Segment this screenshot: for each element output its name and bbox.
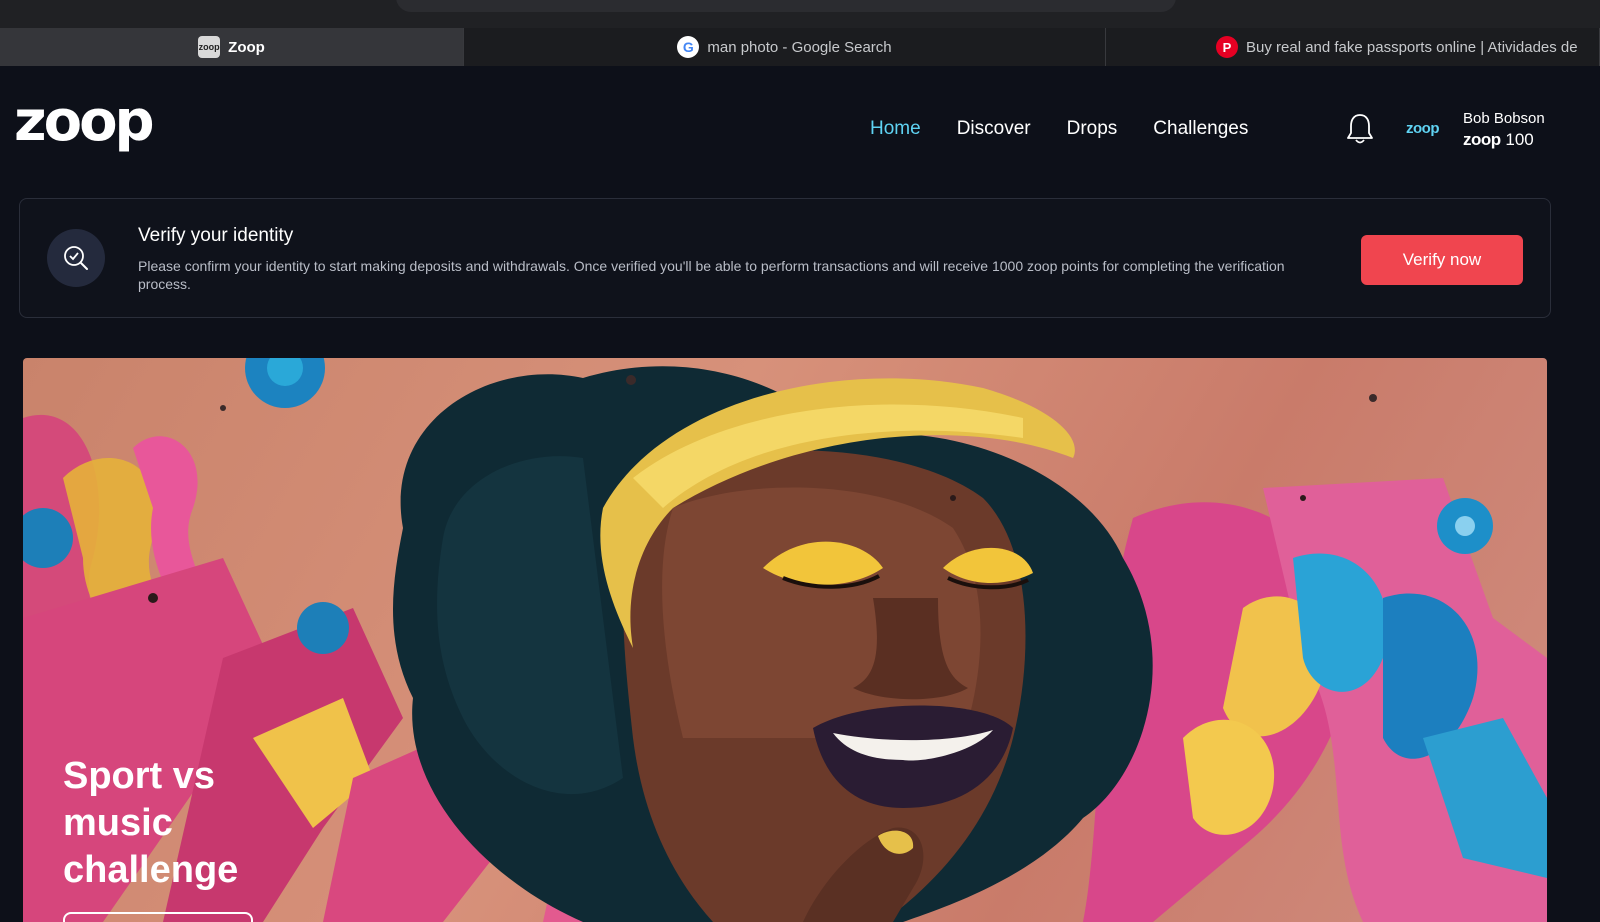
hero-challenge-banner[interactable]: Sport vs music challenge bbox=[23, 358, 1547, 922]
nav-drops[interactable]: Drops bbox=[1067, 118, 1118, 140]
browser-tab-google[interactable]: G man photo - Google Search bbox=[464, 28, 1106, 66]
browser-tab-bar: zoop Zoop G man photo - Google Search P … bbox=[0, 28, 1600, 66]
points-value: 100 bbox=[1505, 130, 1534, 149]
user-name[interactable]: Bob Bobson bbox=[1463, 110, 1545, 127]
verify-description: Please confirm your identity to start ma… bbox=[138, 258, 1285, 292]
tab-label: Zoop bbox=[228, 38, 265, 56]
nav-home[interactable]: Home bbox=[870, 118, 921, 140]
address-bar[interactable] bbox=[396, 0, 1176, 12]
points-brand: zoop bbox=[1463, 130, 1501, 149]
hero-title: Sport vs music challenge bbox=[63, 755, 239, 891]
zoop-favicon-icon: zoop bbox=[198, 36, 221, 58]
browser-tab-zoop[interactable]: zoop Zoop bbox=[0, 28, 464, 66]
browser-toolbar bbox=[0, 0, 1600, 28]
user-brand-badge[interactable]: zoop bbox=[1406, 120, 1440, 137]
nav-discover[interactable]: Discover bbox=[957, 118, 1031, 140]
browser-tab-pinterest[interactable]: P Buy real and fake passports online | A… bbox=[1106, 28, 1600, 66]
bell-icon[interactable] bbox=[1344, 112, 1376, 146]
tab-label: man photo - Google Search bbox=[707, 38, 892, 56]
pinterest-favicon-icon: P bbox=[1216, 36, 1238, 58]
main-nav: Home Discover Drops Challenges bbox=[870, 118, 1248, 140]
user-points: zoop 100 bbox=[1463, 130, 1534, 150]
verify-search-icon bbox=[47, 229, 105, 287]
hero-cta-button[interactable] bbox=[63, 912, 253, 922]
site-header: zoop Home Discover Drops Challenges zoop… bbox=[0, 66, 1600, 191]
verify-title: Verify your identity bbox=[138, 225, 294, 246]
google-favicon-icon: G bbox=[677, 36, 700, 58]
tab-label: Buy real and fake passports online | Ati… bbox=[1246, 38, 1578, 56]
zoop-logo[interactable]: zoop bbox=[14, 94, 155, 150]
verify-identity-banner: Verify your identity Please confirm your… bbox=[19, 198, 1551, 318]
verify-now-button[interactable]: Verify now bbox=[1361, 235, 1523, 285]
nav-challenges[interactable]: Challenges bbox=[1153, 118, 1248, 140]
